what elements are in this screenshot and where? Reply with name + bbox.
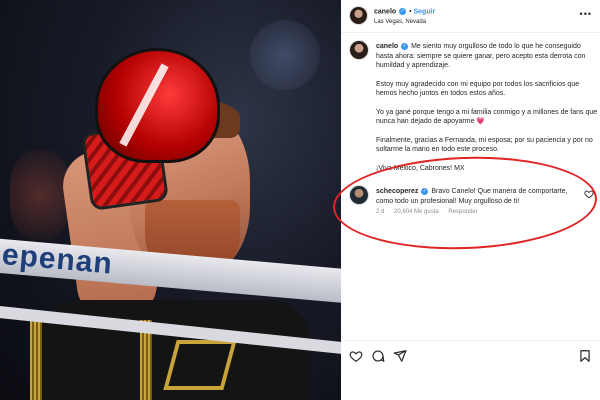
robe-tassel bbox=[30, 320, 42, 400]
comment-icon[interactable] bbox=[371, 349, 385, 363]
send-icon[interactable] bbox=[393, 349, 407, 363]
caption-paragraph: Finalmente, gracias a Fernanda, mi espos… bbox=[376, 136, 593, 154]
background-light bbox=[250, 20, 320, 90]
avatar[interactable] bbox=[349, 6, 368, 25]
background-light bbox=[10, 150, 70, 240]
post-username[interactable]: canelo bbox=[374, 8, 396, 15]
post-photo[interactable]: epenan bbox=[0, 0, 341, 400]
separator-dot: • bbox=[409, 8, 412, 16]
verified-badge-icon: ✓ bbox=[401, 42, 409, 50]
follow-button[interactable]: Seguir bbox=[414, 8, 436, 15]
heart-emoji-icon: 💗 bbox=[476, 118, 486, 125]
post-location[interactable]: Las Vegas, Nevada bbox=[374, 19, 426, 25]
boxing-glove bbox=[95, 48, 220, 163]
post-actions-bar bbox=[341, 340, 600, 370]
verified-badge-icon: ✓ bbox=[399, 8, 407, 15]
post-header: canelo ✓ • Seguir Las Vegas, Nevada ••• bbox=[341, 0, 600, 33]
caption-paragraph: Estoy muy agradecido con mi equipo por t… bbox=[376, 80, 580, 98]
avatar[interactable] bbox=[349, 40, 369, 60]
caption-paragraph: Yo ya gané porque tengo a mi familia con… bbox=[376, 108, 598, 126]
heart-icon[interactable] bbox=[349, 349, 363, 363]
caption-username[interactable]: canelo bbox=[376, 43, 398, 50]
more-horizontal-icon[interactable]: ••• bbox=[580, 9, 592, 19]
bookmark-icon[interactable] bbox=[578, 349, 592, 363]
